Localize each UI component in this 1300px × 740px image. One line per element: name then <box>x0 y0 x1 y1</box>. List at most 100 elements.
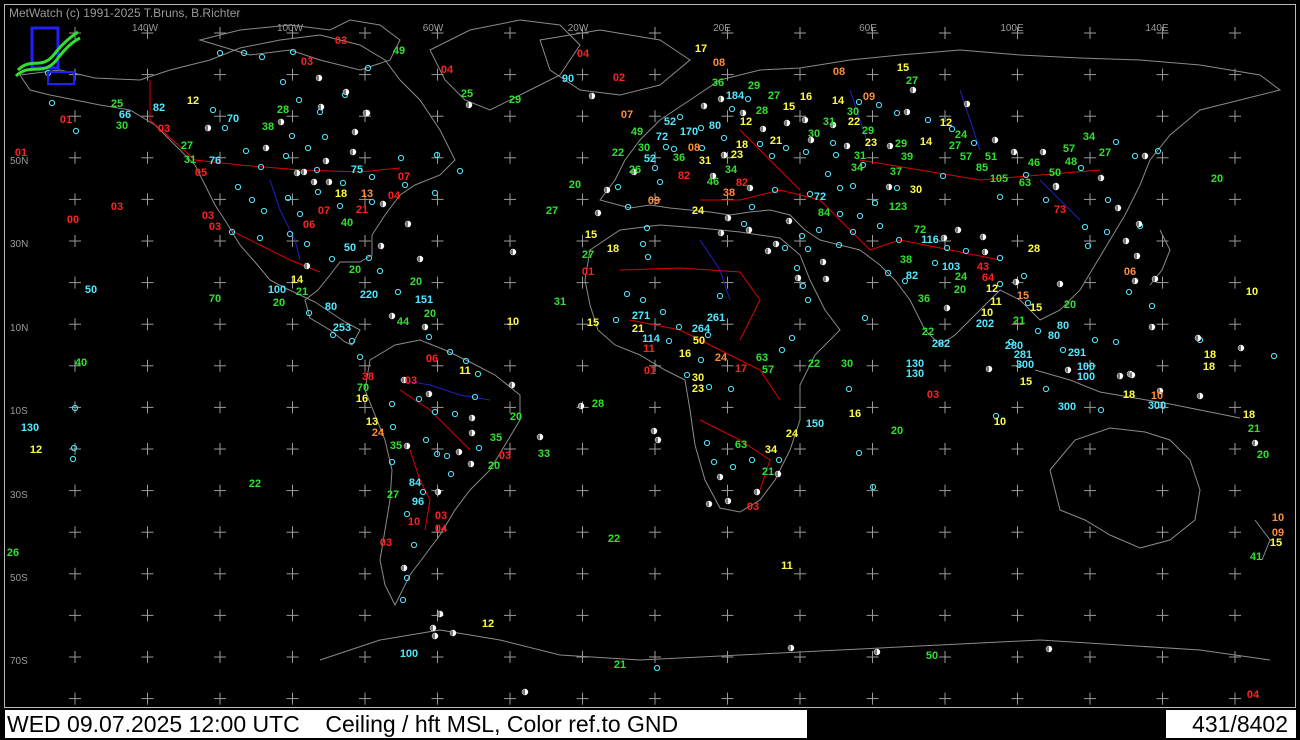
station-marker-cloudy[interactable] <box>521 688 529 696</box>
station-ceiling-value[interactable]: 22 <box>808 358 820 370</box>
station-marker-clear[interactable] <box>832 151 840 159</box>
station-marker-cloudy[interactable] <box>753 488 761 496</box>
station-marker-cloudy[interactable] <box>1151 275 1159 283</box>
station-ceiling-value[interactable]: 220 <box>360 289 378 301</box>
station-marker-clear[interactable] <box>793 264 801 272</box>
station-marker-clear[interactable] <box>612 316 620 324</box>
station-marker-cloudy[interactable] <box>759 125 767 133</box>
station-ceiling-value[interactable]: 24 <box>372 427 385 439</box>
station-marker-clear[interactable] <box>1020 272 1028 280</box>
station-marker-cloudy[interactable] <box>262 144 270 152</box>
station-marker-cloudy[interactable] <box>404 220 412 228</box>
station-ceiling-value[interactable]: 63 <box>735 439 747 451</box>
station-ceiling-value[interactable]: 06 <box>1124 266 1136 278</box>
station-ceiling-value[interactable]: 20 <box>569 179 581 191</box>
station-marker-clear[interactable] <box>1097 406 1105 414</box>
station-marker-cloudy[interactable] <box>300 168 308 176</box>
station-marker-cloudy[interactable] <box>377 242 385 250</box>
station-marker-clear[interactable] <box>399 596 407 604</box>
station-marker-cloudy[interactable] <box>787 644 795 652</box>
station-marker-cloudy[interactable] <box>985 365 993 373</box>
station-ceiling-value[interactable]: 31 <box>823 116 835 128</box>
station-ceiling-value[interactable]: 82 <box>678 170 690 182</box>
station-marker-cloudy[interactable] <box>1196 392 1204 400</box>
station-marker-clear[interactable] <box>729 463 737 471</box>
station-ceiling-value[interactable]: 63 <box>756 352 768 364</box>
station-ceiling-value[interactable]: 21 <box>1013 315 1025 327</box>
station-marker-clear[interactable] <box>804 245 812 253</box>
station-ceiling-value[interactable]: 36 <box>712 77 724 89</box>
station-marker-cloudy[interactable] <box>400 564 408 572</box>
station-ceiling-value[interactable]: 82 <box>906 270 918 282</box>
station-marker-cloudy[interactable] <box>991 136 999 144</box>
station-marker-clear[interactable] <box>662 143 670 151</box>
station-marker-cloudy[interactable] <box>594 209 602 217</box>
station-ceiling-value[interactable]: 31 <box>854 150 866 162</box>
station-marker-cloudy[interactable] <box>954 226 962 234</box>
station-marker-cloudy[interactable] <box>322 157 330 165</box>
station-ceiling-value[interactable]: 27 <box>181 140 193 152</box>
station-ceiling-value[interactable]: 29 <box>509 94 521 106</box>
station-ceiling-value[interactable]: 30 <box>808 128 820 140</box>
station-ceiling-value[interactable]: 15 <box>783 101 795 113</box>
station-marker-cloudy[interactable] <box>1141 152 1149 160</box>
station-ceiling-value[interactable]: 116 <box>921 234 939 246</box>
station-ceiling-value[interactable]: 12 <box>940 117 952 129</box>
station-ceiling-value[interactable]: 80 <box>325 301 337 313</box>
station-marker-clear[interactable] <box>48 99 56 107</box>
station-ceiling-value[interactable]: 28 <box>1028 243 1040 255</box>
station-ceiling-value[interactable]: 22 <box>608 533 620 545</box>
station-ceiling-value[interactable]: 48 <box>1065 156 1077 168</box>
station-marker-clear[interactable] <box>924 116 932 124</box>
station-marker-cloudy[interactable] <box>1135 220 1143 228</box>
station-ceiling-value[interactable]: 01 <box>15 147 27 159</box>
station-ceiling-value[interactable]: 96 <box>412 496 424 508</box>
station-ceiling-value[interactable]: 291 <box>1068 347 1086 359</box>
station-marker-cloudy[interactable] <box>588 92 596 100</box>
station-marker-clear[interactable] <box>1131 152 1139 160</box>
station-marker-clear[interactable] <box>1112 138 1120 146</box>
station-marker-clear[interactable] <box>221 124 229 132</box>
station-ceiling-value[interactable]: 49 <box>393 45 405 57</box>
station-ceiling-value[interactable]: 03 <box>335 35 347 47</box>
station-ceiling-value[interactable]: 07 <box>621 109 633 121</box>
station-ceiling-value[interactable]: 12 <box>986 283 998 295</box>
station-marker-clear[interactable] <box>447 470 455 478</box>
station-marker-clear[interactable] <box>799 282 807 290</box>
station-marker-clear[interactable] <box>474 370 482 378</box>
station-ceiling-value[interactable]: 27 <box>387 489 399 501</box>
station-ceiling-value[interactable]: 271 <box>632 310 650 322</box>
station-marker-cloudy[interactable] <box>317 103 325 111</box>
station-ceiling-value[interactable]: 08 <box>833 66 845 78</box>
station-marker-clear[interactable] <box>698 144 706 152</box>
station-marker-clear[interactable] <box>1042 385 1050 393</box>
station-ceiling-value[interactable]: 22 <box>848 116 860 128</box>
station-marker-clear[interactable] <box>710 458 718 466</box>
station-ceiling-value[interactable]: 21 <box>762 466 774 478</box>
station-ceiling-value[interactable]: 57 <box>960 151 972 163</box>
station-ceiling-value[interactable]: 84 <box>818 207 831 219</box>
station-marker-clear[interactable] <box>72 127 80 135</box>
station-ceiling-value[interactable]: 23 <box>692 383 704 395</box>
station-ceiling-value[interactable]: 40 <box>341 217 353 229</box>
station-ceiling-value[interactable]: 50 <box>1049 167 1061 179</box>
station-marker-cloudy[interactable] <box>650 427 658 435</box>
station-marker-cloudy[interactable] <box>1148 323 1156 331</box>
station-marker-clear[interactable] <box>849 182 857 190</box>
station-marker-clear[interactable] <box>419 488 427 496</box>
station-ceiling-value[interactable]: 03 <box>380 537 392 549</box>
station-marker-clear[interactable] <box>705 383 713 391</box>
station-marker-clear[interactable] <box>740 220 748 228</box>
station-marker-clear[interactable] <box>659 308 667 316</box>
station-ceiling-value[interactable]: 25 <box>461 88 473 100</box>
station-ceiling-value[interactable]: 50 <box>85 284 97 296</box>
station-marker-cloudy[interactable] <box>1097 174 1105 182</box>
station-ceiling-value[interactable]: 27 <box>546 205 558 217</box>
station-marker-cloudy[interactable] <box>700 102 708 110</box>
station-ceiling-value[interactable]: 01 <box>60 114 72 126</box>
station-marker-clear[interactable] <box>727 385 735 393</box>
station-marker-clear[interactable] <box>415 395 423 403</box>
station-ceiling-value[interactable]: 18 <box>1243 409 1255 421</box>
station-ceiling-value[interactable]: 17 <box>735 363 747 375</box>
station-ceiling-value[interactable]: 04 <box>388 190 401 202</box>
